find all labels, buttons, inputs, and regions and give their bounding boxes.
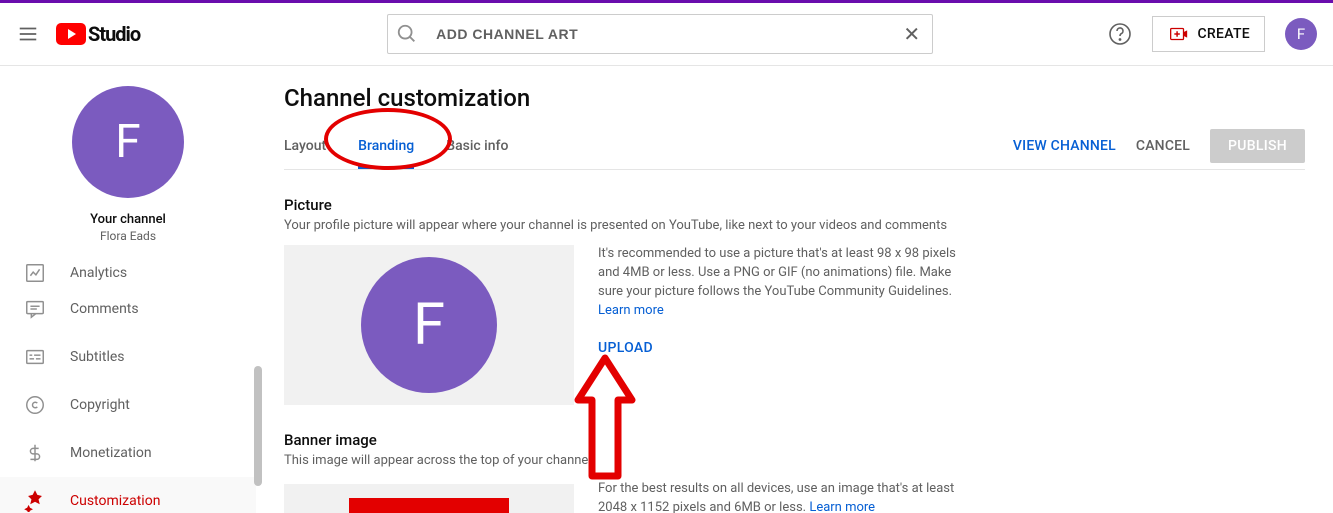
picture-learn-more-link[interactable]: Learn more bbox=[598, 303, 664, 318]
channel-avatar[interactable]: F bbox=[72, 86, 184, 198]
comments-icon bbox=[24, 298, 46, 320]
banner-heading: Banner image bbox=[284, 431, 1305, 449]
picture-preview-avatar: F bbox=[361, 257, 497, 393]
subtitles-icon bbox=[24, 346, 46, 368]
sidebar-item-customization[interactable]: Customization bbox=[0, 477, 256, 513]
banner-info-text: For the best results on all devices, use… bbox=[598, 481, 954, 513]
annotation-rect bbox=[349, 498, 509, 513]
logo-text: Studio bbox=[88, 22, 140, 46]
picture-desc: Your profile picture will appear where y… bbox=[284, 218, 1305, 233]
customization-icon bbox=[24, 490, 46, 512]
monetization-icon bbox=[24, 442, 46, 464]
create-label: CREATE bbox=[1197, 26, 1250, 42]
clear-search-icon[interactable]: ✕ bbox=[899, 22, 924, 46]
your-channel-label: Your channel bbox=[0, 212, 256, 227]
sidebar-item-analytics[interactable]: Analytics bbox=[0, 261, 256, 285]
sidebar-item-label: Customization bbox=[70, 493, 160, 509]
cancel-button[interactable]: CANCEL bbox=[1136, 138, 1190, 154]
tab-layout[interactable]: Layout bbox=[284, 122, 326, 169]
sidebar-item-copyright[interactable]: Copyright bbox=[0, 381, 256, 429]
sidebar-item-label: Subtitles bbox=[70, 349, 125, 365]
view-channel-link[interactable]: VIEW CHANNEL bbox=[1013, 138, 1116, 154]
help-icon[interactable] bbox=[1108, 22, 1132, 46]
search-bar[interactable]: ✕ bbox=[387, 14, 933, 54]
tab-branding[interactable]: Branding bbox=[358, 122, 414, 169]
banner-preview bbox=[284, 484, 574, 513]
upload-picture-link[interactable]: UPLOAD bbox=[598, 338, 958, 358]
banner-desc: This image will appear across the top of… bbox=[284, 453, 1305, 468]
page-title: Channel customization bbox=[284, 84, 1305, 112]
picture-heading: Picture bbox=[284, 196, 1305, 214]
youtube-studio-logo[interactable]: Studio bbox=[56, 22, 140, 46]
main-content: Channel customization Layout Branding Ba… bbox=[256, 66, 1333, 513]
sidebar-item-label: Comments bbox=[70, 301, 139, 317]
channel-name: Flora Eads bbox=[0, 229, 256, 243]
banner-learn-more-link[interactable]: Learn more bbox=[809, 500, 875, 513]
picture-preview: F bbox=[284, 245, 574, 405]
create-button[interactable]: CREATE bbox=[1152, 16, 1265, 52]
publish-button: PUBLISH bbox=[1210, 129, 1305, 163]
search-input[interactable] bbox=[418, 26, 899, 42]
sidebar-item-label: Monetization bbox=[70, 445, 152, 461]
copyright-icon bbox=[24, 394, 46, 416]
sidebar-item-subtitles[interactable]: Subtitles bbox=[0, 333, 256, 381]
sidebar-item-monetization[interactable]: Monetization bbox=[0, 429, 256, 477]
sidebar-item-label: Copyright bbox=[70, 397, 130, 413]
hamburger-menu-icon[interactable] bbox=[16, 22, 40, 46]
header-bar: Studio ✕ CREATE F bbox=[0, 3, 1333, 66]
sidebar-item-label: Analytics bbox=[70, 265, 127, 281]
sidebar: F Your channel Flora Eads Analytics Comm… bbox=[0, 66, 256, 513]
sidebar-item-comments[interactable]: Comments bbox=[0, 285, 256, 333]
account-avatar[interactable]: F bbox=[1285, 18, 1317, 50]
picture-info-text: It's recommended to use a picture that's… bbox=[598, 246, 956, 299]
tab-basic-info[interactable]: Basic info bbox=[446, 122, 508, 169]
youtube-play-icon bbox=[56, 23, 86, 45]
create-icon bbox=[1167, 23, 1189, 45]
analytics-icon bbox=[24, 262, 46, 284]
search-icon bbox=[396, 23, 418, 45]
